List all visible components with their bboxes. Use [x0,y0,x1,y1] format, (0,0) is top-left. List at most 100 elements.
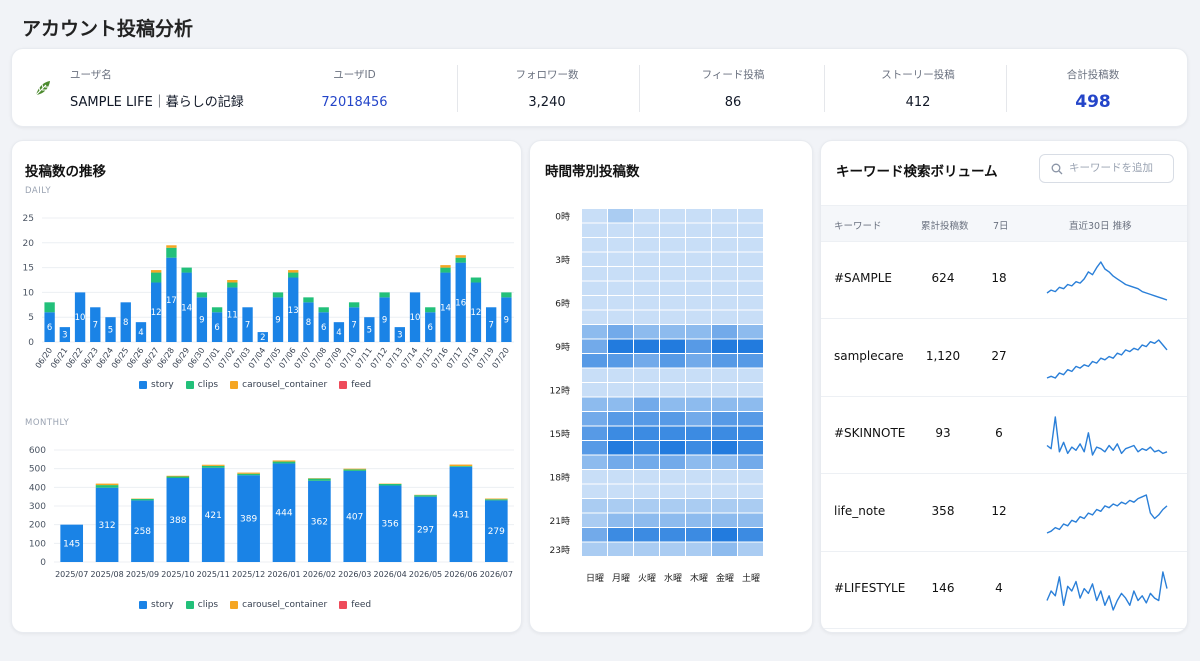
heatmap-cell[interactable] [712,267,737,281]
heatmap-cell[interactable] [686,412,711,426]
heatmap-cell[interactable] [660,252,685,267]
heatmap-cell[interactable] [712,310,737,325]
legend-item-clips[interactable]: clips [185,600,218,610]
heatmap-cell[interactable] [686,354,711,368]
heatmap-cell[interactable] [634,412,659,426]
legend-item-carousel_container[interactable]: carousel_container [230,380,327,390]
heatmap-cell[interactable] [582,412,607,426]
heatmap-cell[interactable] [660,223,685,238]
heatmap-cell[interactable] [634,354,659,368]
heatmap-cell[interactable] [582,209,607,223]
heatmap-cell[interactable] [712,513,737,528]
heatmap-cell[interactable] [686,223,711,238]
heatmap-cell[interactable] [608,383,633,397]
heatmap-cell[interactable] [608,209,633,223]
heatmap-cell[interactable] [660,209,685,223]
heatmap-cell[interactable] [660,426,685,441]
heatmap-cell[interactable] [712,209,737,223]
bar-clips[interactable] [196,292,208,298]
bar-carousel_container[interactable] [484,498,508,500]
heatmap-cell[interactable] [660,397,685,412]
heatmap-cell[interactable] [634,267,659,281]
bar-clips[interactable] [449,466,473,467]
heatmap-cell[interactable] [738,209,763,223]
heatmap-cell[interactable] [686,470,711,484]
heatmap-cell[interactable] [608,426,633,441]
heatmap-cell[interactable] [686,296,711,310]
bar-carousel_container[interactable] [166,475,190,477]
bar-clips[interactable] [343,469,367,471]
heatmap-cell[interactable] [686,484,711,499]
heatmap-cell[interactable] [660,339,685,354]
heatmap-cell[interactable] [634,528,659,542]
heatmap-cell[interactable] [634,426,659,441]
bar-clips[interactable] [227,282,238,288]
heatmap-cell[interactable] [738,339,763,354]
heatmap-cell[interactable] [686,325,711,339]
bar-clips[interactable] [151,272,162,283]
bar-carousel_container[interactable] [151,270,162,273]
heatmap-cell[interactable] [634,383,659,397]
bar-carousel_container[interactable] [166,245,177,248]
heatmap-cell[interactable] [686,267,711,281]
heatmap-cell[interactable] [712,281,737,296]
legend-item-feed[interactable]: feed [339,600,371,610]
bar-clips[interactable] [201,465,225,468]
heatmap-cell[interactable] [582,223,607,238]
heatmap-cell[interactable] [582,368,607,383]
heatmap-cell[interactable] [738,455,763,470]
heatmap-cell[interactable] [634,209,659,223]
heatmap-cell[interactable] [712,354,737,368]
heatmap-cell[interactable] [582,470,607,484]
heatmap-cell[interactable] [608,542,633,557]
heatmap-cell[interactable] [608,281,633,296]
heatmap-cell[interactable] [582,528,607,542]
heatmap-cell[interactable] [712,412,737,426]
heatmap-cell[interactable] [686,281,711,296]
heatmap-cell[interactable] [738,383,763,397]
bar-clips[interactable] [272,461,296,464]
heatmap-cell[interactable] [634,310,659,325]
heatmap-cell[interactable] [660,484,685,499]
heatmap-cell[interactable] [660,281,685,296]
heatmap-cell[interactable] [608,325,633,339]
heatmap-cell[interactable] [712,542,737,557]
bar-carousel_container[interactable] [95,483,119,486]
bar-clips[interactable] [272,292,284,298]
bar-clips[interactable] [379,292,390,298]
bar-clips[interactable] [308,478,331,481]
heatmap-cell[interactable] [686,441,711,455]
heatmap-cell[interactable] [582,238,607,252]
heatmap-cell[interactable] [738,470,763,484]
heatmap-cell[interactable] [634,397,659,412]
keyword-row[interactable]: samplecare 1,120 27 [821,320,1187,397]
heatmap-cell[interactable] [738,412,763,426]
heatmap-cell[interactable] [634,281,659,296]
heatmap-cell[interactable] [608,470,633,484]
heatmap-cell[interactable] [660,499,685,513]
heatmap-cell[interactable] [608,412,633,426]
heatmap-cell[interactable] [582,252,607,267]
heatmap-cell[interactable] [738,484,763,499]
bar-clips[interactable] [501,292,512,298]
heatmap-cell[interactable] [686,426,711,441]
heatmap-cell[interactable] [608,339,633,354]
heatmap-cell[interactable] [686,238,711,252]
heatmap-cell[interactable] [686,252,711,267]
heatmap-cell[interactable] [634,252,659,267]
bar-carousel_container[interactable] [343,468,367,470]
heatmap-cell[interactable] [686,528,711,542]
bar-carousel_container[interactable] [288,270,299,273]
heatmap-cell[interactable] [634,499,659,513]
heatmap-cell[interactable] [660,441,685,455]
heatmap-cell[interactable] [608,455,633,470]
heatmap-cell[interactable] [582,296,607,310]
heatmap-cell[interactable] [686,499,711,513]
heatmap-cell[interactable] [634,513,659,528]
heatmap-cell[interactable] [582,397,607,412]
heatmap-cell[interactable] [582,455,607,470]
bar-clips[interactable] [95,485,119,488]
heatmap-cell[interactable] [660,325,685,339]
heatmap-cell[interactable] [634,238,659,252]
heatmap-cell[interactable] [738,223,763,238]
